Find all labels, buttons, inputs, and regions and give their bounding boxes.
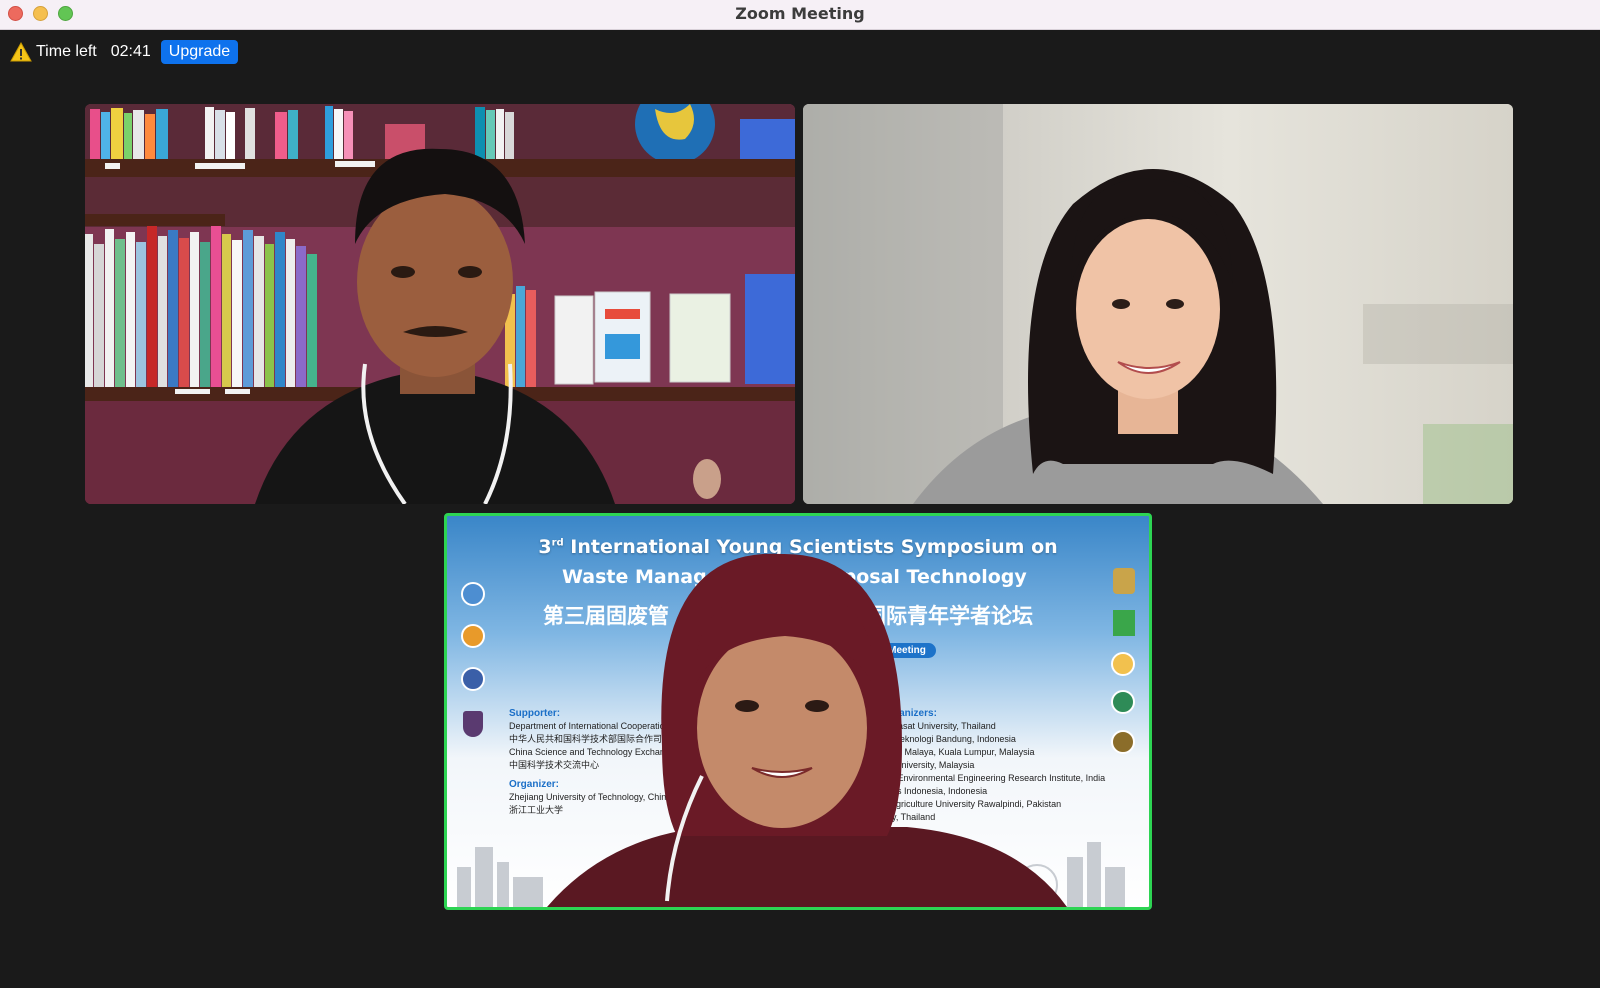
time-left-value: 02:41	[110, 43, 151, 60]
participant-video-3[interactable]: 3rd International Young Scientists Sympo…	[444, 513, 1152, 910]
participant-video-2-frame	[803, 104, 1513, 504]
warning-icon	[10, 42, 32, 62]
upgrade-button[interactable]: Upgrade	[160, 40, 239, 64]
window-title: Zoom Meeting	[735, 4, 865, 23]
participant-video-1-frame	[85, 104, 795, 504]
time-left-label: Time left	[36, 43, 97, 60]
window-titlebar: Zoom Meeting	[0, 0, 1600, 30]
participant-video-1[interactable]	[85, 104, 795, 504]
meeting-area: Time left 02:41 Upgrade 3rd Internationa…	[0, 30, 1600, 988]
participant-person-3	[547, 553, 1067, 907]
participant-video-2[interactable]	[803, 104, 1513, 504]
time-left-bar: Time left 02:41 Upgrade	[10, 40, 239, 64]
